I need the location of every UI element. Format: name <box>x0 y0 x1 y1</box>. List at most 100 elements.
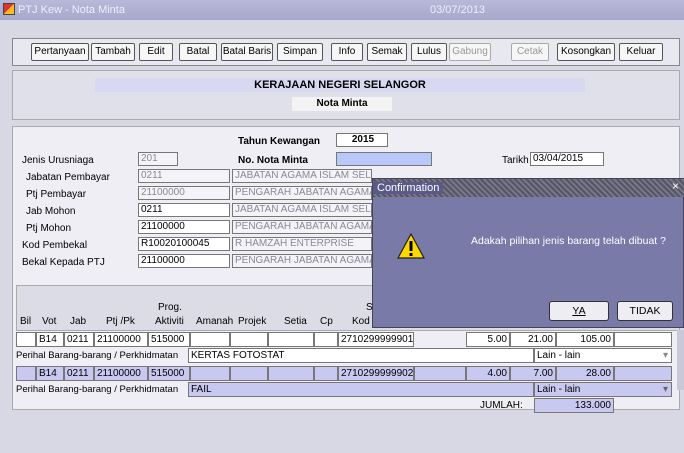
dialog-title-bar: Confirmation <box>373 179 684 197</box>
row1-kod[interactable]: 2710299999901 <box>338 332 414 347</box>
row2-extra[interactable] <box>614 366 672 381</box>
row1-perihal-label: Perihal Barang-barang / Perkhidmatan <box>16 350 179 361</box>
col-cp: Cp <box>320 316 333 327</box>
kod-desc: R HAMZAH ENTERPRISE <box>232 237 372 251</box>
confirmation-dialog: Confirmation × Adakah pilihan jenis bara… <box>372 178 684 328</box>
row2-projek[interactable] <box>230 366 268 381</box>
ptj-label: Ptj Pembayar <box>26 189 87 200</box>
col-kod: Kod <box>352 316 370 327</box>
tahun-field[interactable]: 2015 <box>336 133 388 147</box>
kosongkan-button[interactable]: Kosongkan <box>557 43 615 61</box>
tarikh-label: Tarikh <box>502 155 529 166</box>
vertical-scrollbar[interactable] <box>677 330 684 390</box>
simpan-button[interactable]: Simpan <box>277 43 323 61</box>
row1-bil[interactable] <box>16 332 36 347</box>
window-title: PTJ Kew - Nota Minta <box>18 4 125 16</box>
row1-jab[interactable]: 0211 <box>64 332 94 347</box>
row1-setia[interactable] <box>268 332 314 347</box>
row2-blank[interactable] <box>414 366 466 381</box>
info-button[interactable]: Info <box>331 43 363 61</box>
jab-mohon-field[interactable]: 0211 <box>138 203 230 217</box>
row2-jenis-select[interactable]: Lain - lain ▾ <box>534 382 672 397</box>
title-bar: PTJ Kew - Nota Minta 03/07/2013 <box>0 0 684 20</box>
gabung-button[interactable]: Gabung <box>449 43 491 61</box>
col-projek: Projek <box>238 316 267 327</box>
row1-jenis-select[interactable]: Lain - lain ▾ <box>534 348 672 363</box>
warning-icon <box>397 233 425 259</box>
row2-qty[interactable]: 4.00 <box>466 366 510 381</box>
row1-vot[interactable]: B14 <box>36 332 64 347</box>
row1-extra[interactable] <box>614 332 672 347</box>
bekal-desc: PENGARAH JABATAN AGAMA <box>232 254 372 268</box>
col-aktiviti: Aktiviti <box>155 316 184 327</box>
row2-perihal-label: Perihal Barang-barang / Perkhidmatan <box>16 384 179 395</box>
row2-setia[interactable] <box>268 366 314 381</box>
tahun-label: Tahun Kewangan <box>238 136 321 147</box>
row2-total[interactable]: 28.00 <box>556 366 614 381</box>
row1-total[interactable]: 105.00 <box>556 332 614 347</box>
bekal-field[interactable]: 21100000 <box>138 254 230 268</box>
lulus-button[interactable]: Lulus <box>411 43 447 61</box>
toolbar: Pertanyaan Tambah Edit Batal Batal Baris… <box>12 38 680 66</box>
ptj-mohon-field[interactable]: 21100000 <box>138 220 230 234</box>
app-icon <box>3 3 15 15</box>
government-title: KERAJAAN NEGERI SELANGOR <box>95 78 585 92</box>
ptj-desc: PENGARAH JABATAN AGAMA <box>232 186 372 200</box>
chevron-down-icon: ▾ <box>662 350 668 361</box>
row1-amanah[interactable] <box>190 332 230 347</box>
close-icon[interactable]: × <box>672 179 679 193</box>
col-vot: Vot <box>42 316 57 327</box>
ptj-mohon-desc: PENGARAH JABATAN AGAMA <box>232 220 372 234</box>
no-nota-label: No. Nota Minta <box>238 155 308 166</box>
chevron-down-icon: ▾ <box>662 384 668 395</box>
batal-button[interactable]: Batal <box>179 43 217 61</box>
row1-jenis-value: Lain - lain <box>537 350 581 361</box>
jumlah-label: JUMLAH: <box>480 400 523 411</box>
row1-cp[interactable] <box>314 332 338 347</box>
pertanyaan-button[interactable]: Pertanyaan <box>31 43 89 61</box>
ya-button[interactable]: YA <box>549 301 609 321</box>
jumlah-field: 133.000 <box>534 398 614 413</box>
batal-baris-button[interactable]: Batal Baris <box>221 43 273 61</box>
col-setia: Setia <box>284 316 307 327</box>
tarikh-field[interactable]: 03/04/2015 <box>530 152 604 166</box>
semak-button[interactable]: Semak <box>367 43 407 61</box>
row2-kod[interactable]: 2710299999902 <box>338 366 414 381</box>
row1-qty[interactable]: 5.00 <box>466 332 510 347</box>
row1-projek[interactable] <box>230 332 268 347</box>
row2-bil[interactable] <box>16 366 36 381</box>
col-ptj: Ptj /Pk <box>106 316 135 327</box>
row2-jab[interactable]: 0211 <box>64 366 94 381</box>
row2-vot[interactable]: B14 <box>36 366 64 381</box>
no-nota-field[interactable] <box>336 152 432 166</box>
row2-amanah[interactable] <box>190 366 230 381</box>
cetak-button[interactable]: Cetak <box>511 43 549 61</box>
jabatan-desc: JABATAN AGAMA ISLAM SELANGOR <box>232 169 372 183</box>
keluar-button[interactable]: Keluar <box>619 43 663 61</box>
row2-price[interactable]: 7.00 <box>510 366 556 381</box>
col-bil: Bil <box>20 316 32 327</box>
ptj-field[interactable]: 21100000 <box>138 186 230 200</box>
row1-perihal[interactable]: KERTAS FOTOSTAT <box>188 348 534 363</box>
jenis-field[interactable]: 201 <box>138 152 178 166</box>
jabatan-label: Jabatan Pembayar <box>26 172 110 183</box>
row2-perihal[interactable]: FAIL <box>188 382 534 397</box>
kod-field[interactable]: R10020100045 <box>138 237 230 251</box>
row2-prog[interactable]: 515000 <box>148 366 190 381</box>
dialog-message: Adakah pilihan jenis barang telah dibuat… <box>471 235 666 247</box>
dialog-title: Confirmation <box>373 182 444 194</box>
col-prog: Prog. <box>158 302 182 313</box>
row1-price[interactable]: 21.00 <box>510 332 556 347</box>
jabatan-field[interactable]: 0211 <box>138 169 230 183</box>
edit-button[interactable]: Edit <box>139 43 173 61</box>
row2-ptj[interactable]: 21100000 <box>94 366 148 381</box>
jenis-label: Jenis Urusniaga <box>22 155 94 166</box>
tidak-button[interactable]: TIDAK <box>617 301 673 321</box>
row2-jenis-value: Lain - lain <box>537 384 581 395</box>
row2-cp[interactable] <box>314 366 338 381</box>
row1-prog[interactable]: 515000 <box>148 332 190 347</box>
ptj-mohon-label: Ptj Mohon <box>26 223 72 234</box>
row1-ptj[interactable]: 21100000 <box>94 332 148 347</box>
title-date: 03/07/2013 <box>430 4 486 16</box>
tambah-button[interactable]: Tambah <box>91 43 135 61</box>
